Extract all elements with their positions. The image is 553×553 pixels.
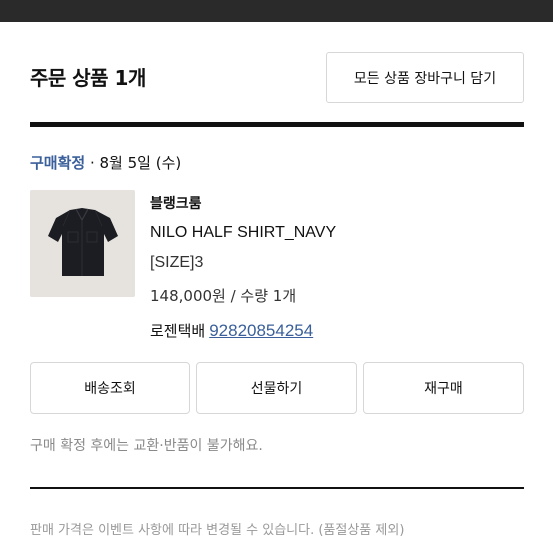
top-bar bbox=[0, 0, 553, 22]
product-name[interactable]: NILO HALF SHIRT_NAVY bbox=[150, 224, 336, 242]
product-price-quantity: 148,000원 / 수량 1개 bbox=[150, 287, 297, 305]
add-all-to-cart-button[interactable]: 모든 상품 장바구니 담기 bbox=[326, 52, 524, 103]
product-image bbox=[30, 190, 135, 297]
product-thumbnail[interactable] bbox=[30, 190, 135, 297]
page-title: 주문 상품 1개 bbox=[30, 66, 146, 90]
product-option: [SIZE]3 bbox=[150, 254, 204, 271]
gift-button[interactable]: 선물하기 bbox=[196, 362, 357, 414]
order-status-line: 구매확정 · 8월 5일 (수) bbox=[30, 152, 181, 173]
return-policy-notice: 구매 확정 후에는 교환·반품이 불가해요. bbox=[30, 438, 263, 454]
status-separator: · bbox=[85, 154, 100, 172]
delivery-info: 로젠택배 92820854254 bbox=[150, 320, 313, 341]
product-brand[interactable]: 블랭크룸 bbox=[150, 193, 202, 213]
price-change-disclaimer: 판매 가격은 이벤트 사항에 따라 변경될 수 있습니다. (품절상품 제외) bbox=[30, 523, 405, 538]
section-divider bbox=[30, 122, 524, 127]
courier-name: 로젠택배 bbox=[150, 322, 206, 340]
order-status: 구매확정 bbox=[30, 154, 86, 172]
footer-divider bbox=[30, 487, 524, 489]
tracking-number-link[interactable]: 92820854254 bbox=[209, 321, 313, 340]
track-delivery-button[interactable]: 배송조회 bbox=[30, 362, 190, 414]
reorder-button[interactable]: 재구매 bbox=[363, 362, 524, 414]
order-date: 8월 5일 (수) bbox=[99, 154, 182, 172]
